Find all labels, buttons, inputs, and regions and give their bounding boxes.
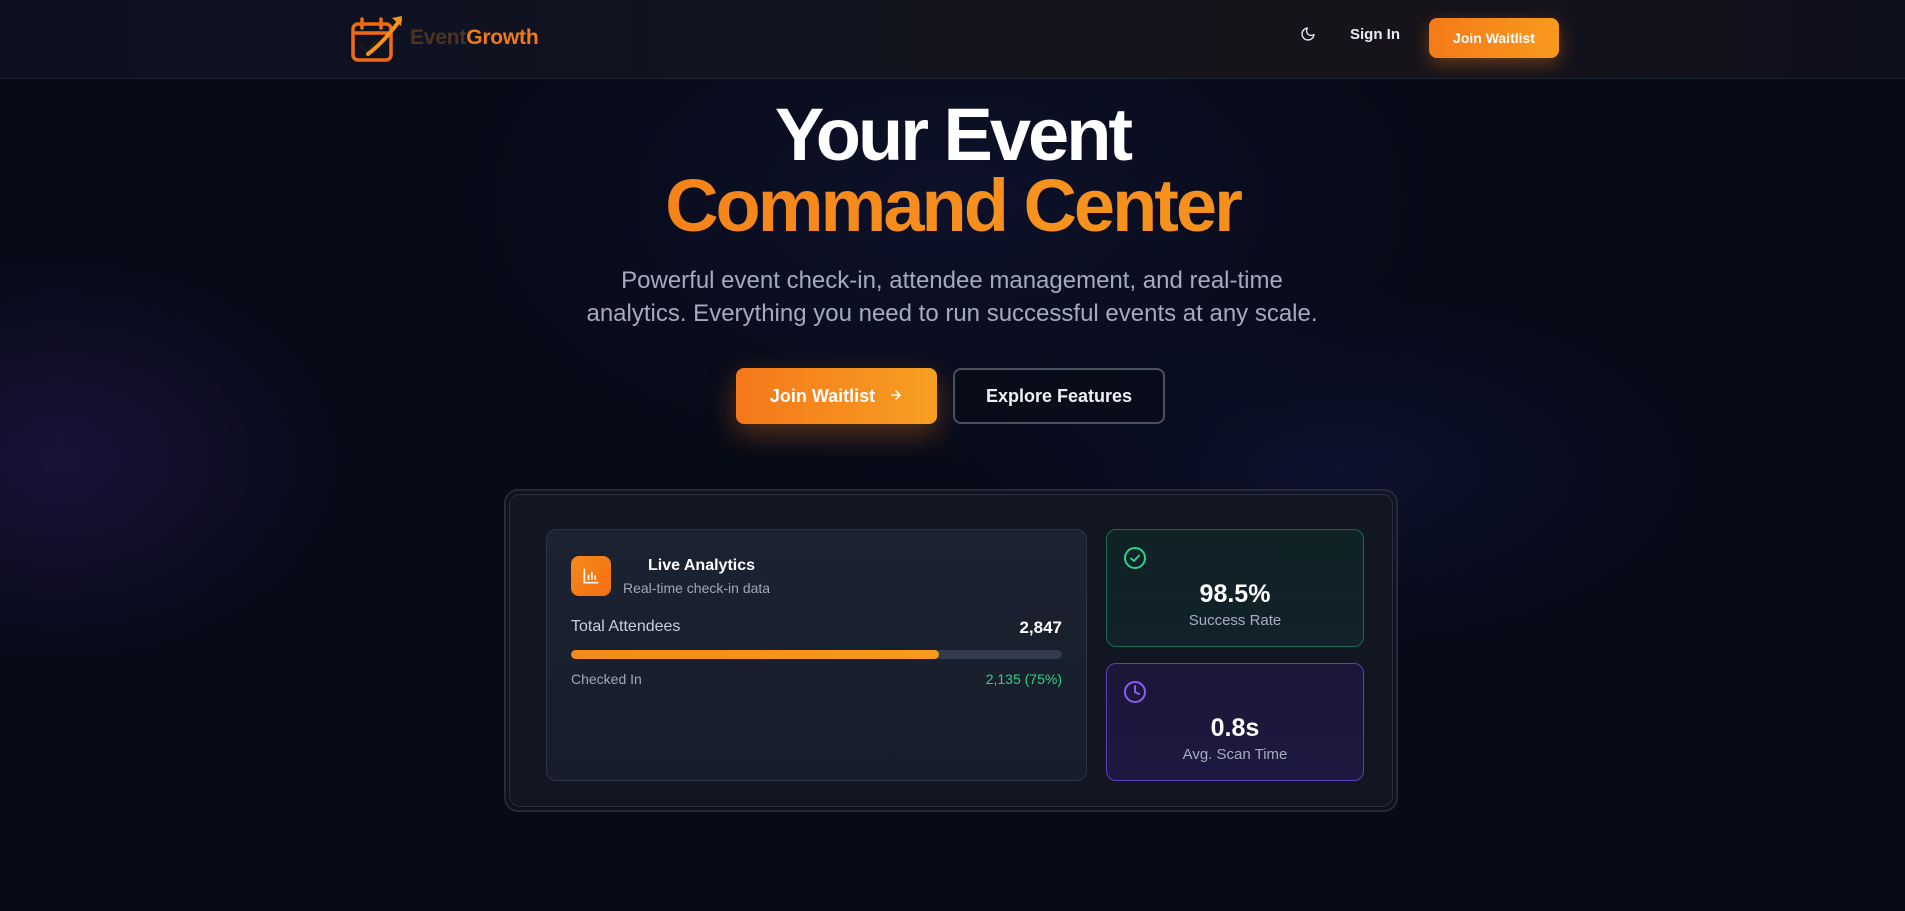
- checked-in-label: Checked In: [571, 671, 642, 687]
- join-waitlist-label: Join Waitlist: [769, 385, 876, 406]
- success-rate-value: 98.5%: [1199, 580, 1271, 608]
- scan-time-value: 0.8s: [1210, 714, 1260, 742]
- analytics-subtitle: Real-time check-in data: [623, 580, 771, 596]
- calendar-growth-logo-icon: [350, 10, 408, 66]
- sign-in-link[interactable]: Sign In: [1350, 26, 1400, 43]
- total-attendees-label: Total Attendees: [571, 618, 681, 635]
- clock-icon: [1123, 680, 1147, 704]
- hero-subtitle-line2: analytics. Everything you need to run su…: [586, 300, 1318, 327]
- checked-in-value: 2,135 (75%): [985, 671, 1062, 687]
- header-join-waitlist-button[interactable]: Join Waitlist: [1429, 18, 1559, 58]
- explore-features-button[interactable]: Explore Features: [953, 368, 1165, 424]
- join-waitlist-button[interactable]: Join Waitlist: [736, 368, 937, 424]
- site-header: EventGrowth Sign In Join Waitlist: [0, 0, 1905, 79]
- logo-text: EventGrowth: [410, 26, 539, 50]
- total-attendees-value: 2,847: [1019, 618, 1062, 637]
- landing-page: EventGrowth Sign In Join Waitlist Your E…: [0, 0, 1905, 911]
- analytics-title: Live Analytics: [648, 557, 756, 574]
- arrow-right-icon: [889, 386, 903, 407]
- check-in-progress-bar: [571, 650, 1062, 659]
- logo-word-growth: Growth: [466, 26, 539, 49]
- scan-time-card: 0.8s Avg. Scan Time: [1106, 663, 1364, 781]
- success-rate-card: 98.5% Success Rate: [1106, 529, 1364, 647]
- logo-word-event: Event: [410, 26, 467, 49]
- check-in-progress-fill: [571, 650, 940, 659]
- hero-subtitle-line1: Powerful event check-in, attendee manage…: [621, 267, 1283, 294]
- success-rate-label: Success Rate: [1188, 612, 1282, 629]
- check-circle-icon: [1123, 546, 1147, 570]
- hero-title-line2: Command Center: [0, 163, 1905, 248]
- hero-subtitle: Powerful event check-in, attendee manage…: [552, 264, 1352, 330]
- dashboard-preview: Live Analytics Real-time check-in data T…: [504, 489, 1398, 812]
- bar-chart-icon: [571, 556, 611, 596]
- logo[interactable]: EventGrowth: [350, 10, 539, 66]
- moon-icon: [1300, 26, 1316, 47]
- live-analytics-card: Live Analytics Real-time check-in data T…: [546, 529, 1087, 781]
- scan-time-label: Avg. Scan Time: [1182, 746, 1288, 763]
- dashboard-preview-inner: Live Analytics Real-time check-in data T…: [509, 494, 1393, 807]
- theme-toggle-button[interactable]: [1297, 25, 1319, 47]
